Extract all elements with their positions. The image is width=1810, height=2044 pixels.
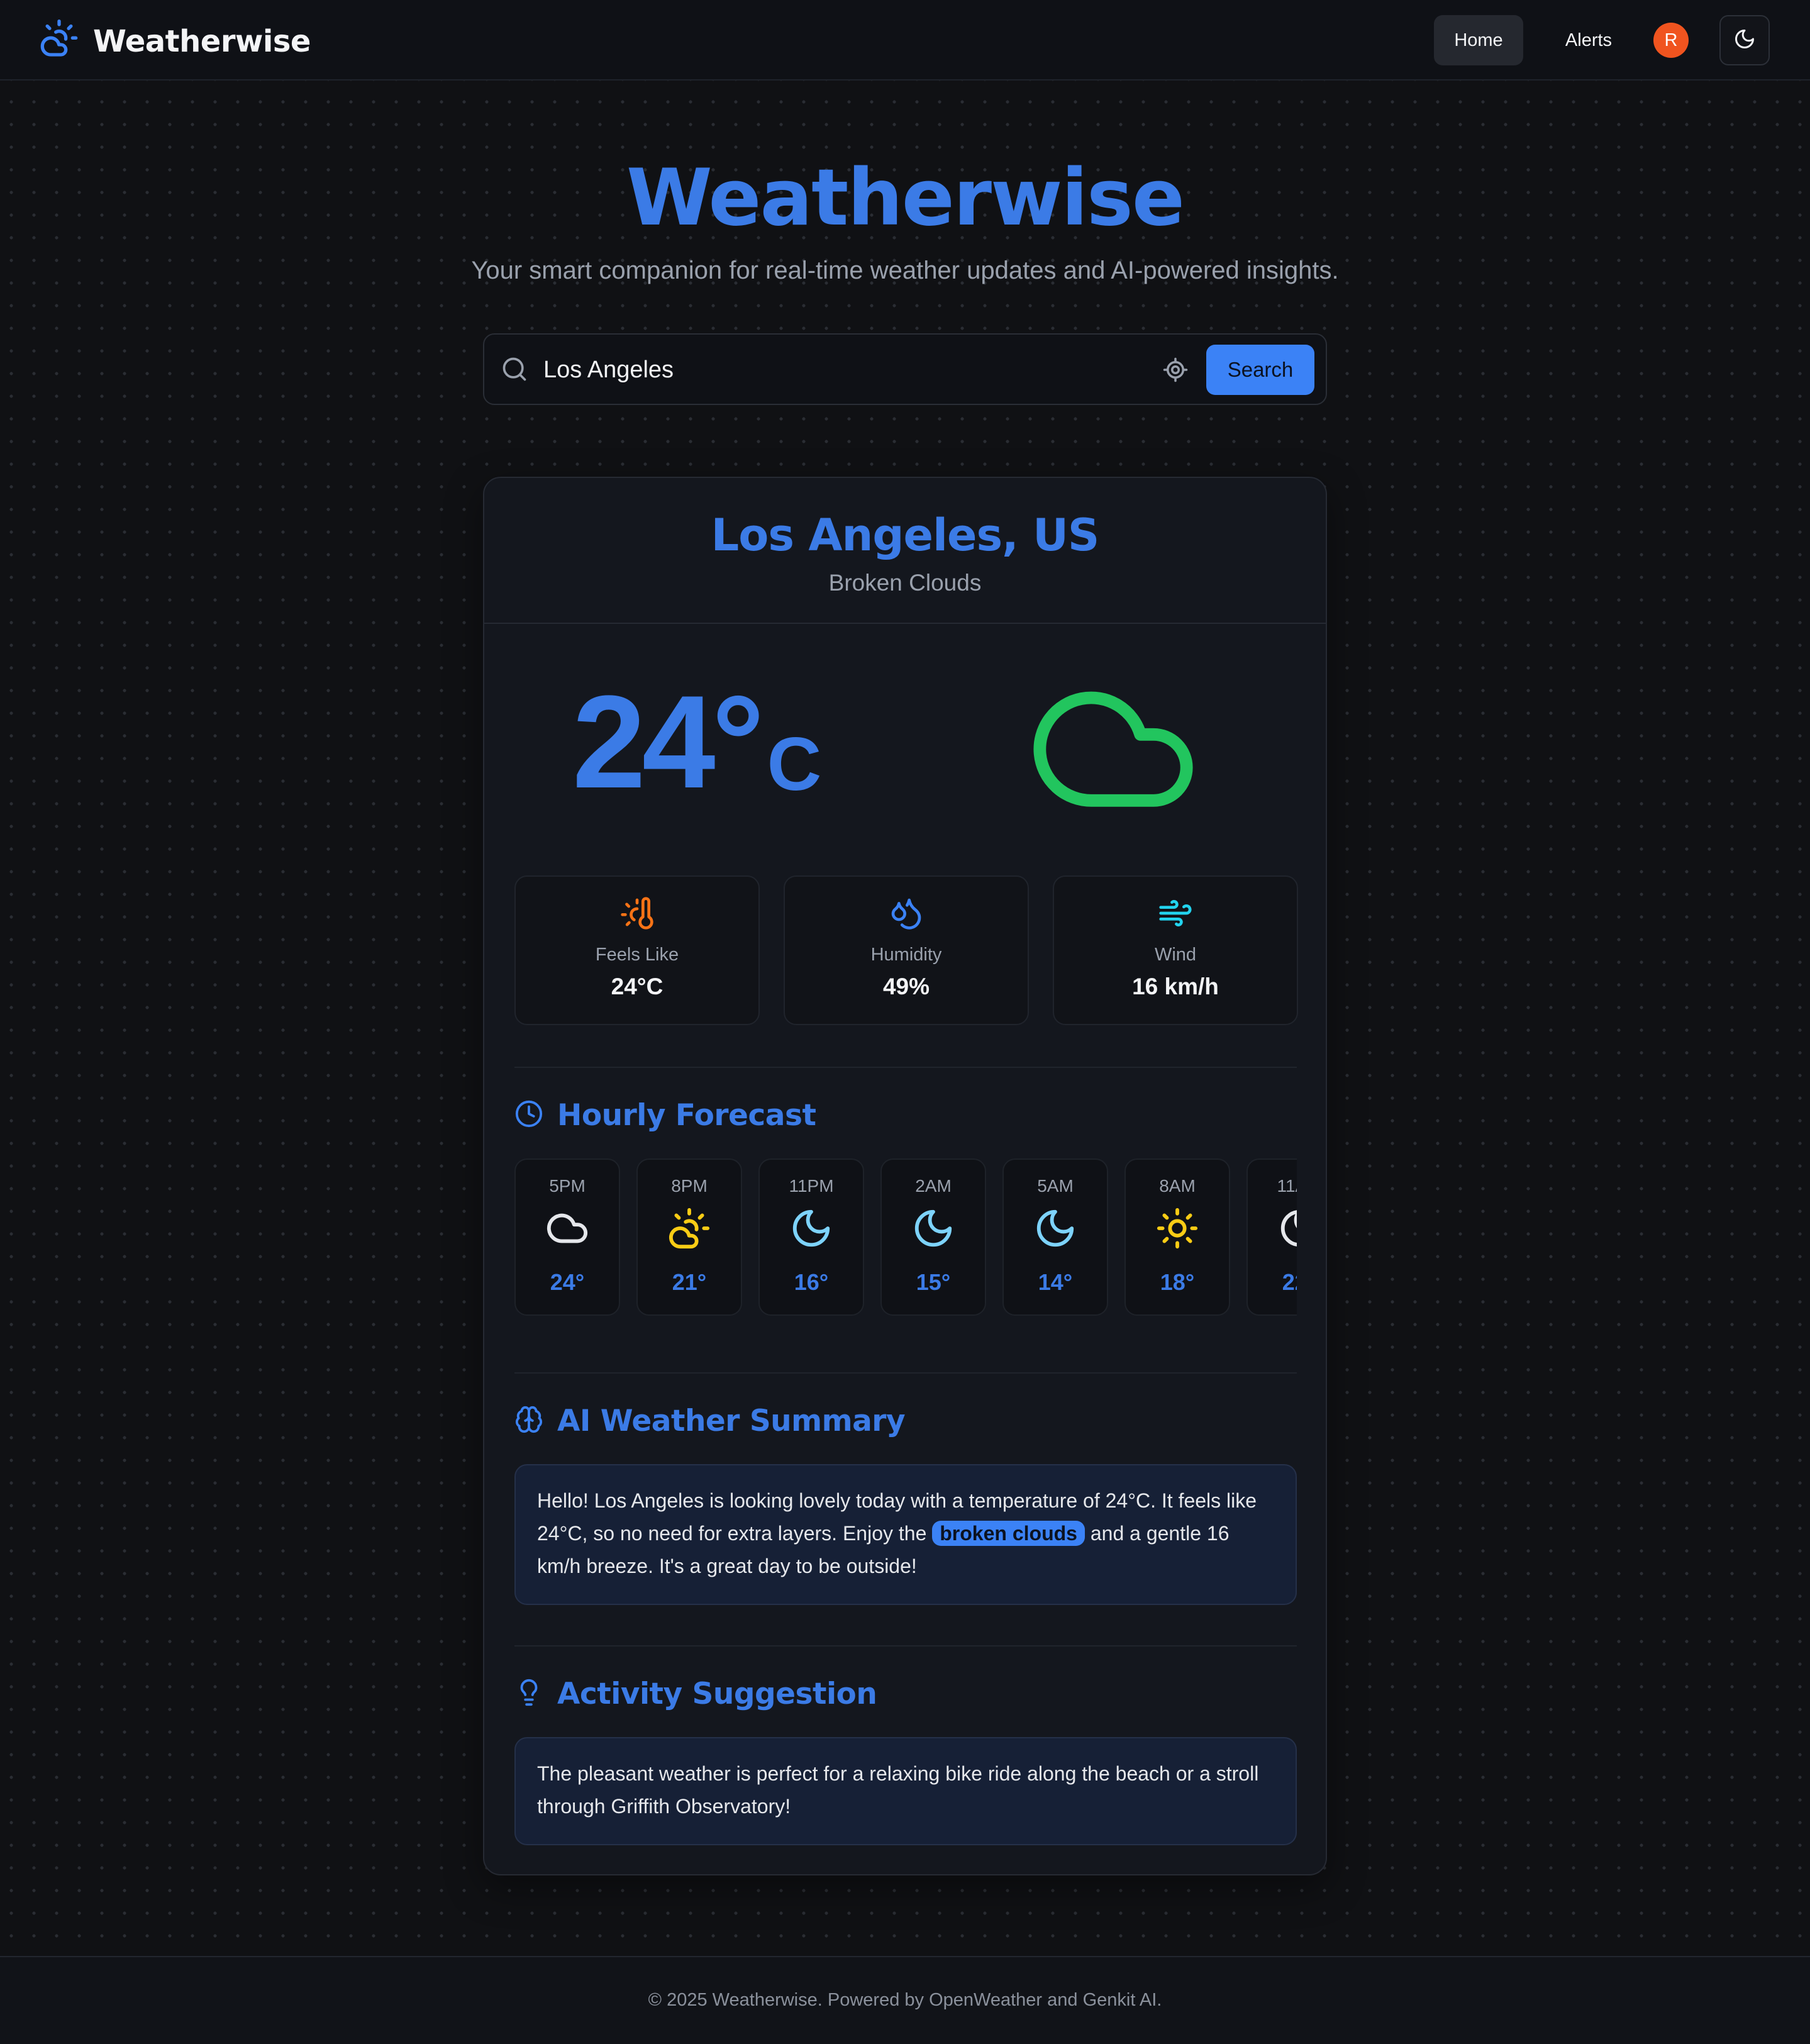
hourly-forecast-list[interactable]: 5PM 24° 8PM 21° 11PM 16° 2AM 15° 5AM 14°… [514,1158,1297,1319]
brand-name: Weatherwise [93,23,311,59]
hourly-item: 11AM 22° [1246,1158,1297,1316]
section-divider [514,1372,1297,1374]
cloud-icon [516,1206,619,1250]
activity-header: Activity Suggestion [514,1677,877,1711]
hourly-item: 2AM 15° [880,1158,986,1316]
hour-time: 5PM [549,1176,586,1196]
stat-label: Feels Like [595,945,679,965]
summary-highlight: broken clouds [932,1521,1085,1546]
clock-icon [514,1099,543,1131]
footer-text: © 2025 Weatherwise. Powered by OpenWeath… [648,1990,1162,2010]
moon-icon [760,1206,863,1250]
hour-temp: 15° [916,1269,951,1295]
cloud-sun-logo-icon [39,18,79,65]
section-divider [514,1645,1297,1647]
hour-temp: 22° [1282,1269,1297,1295]
activity-title: Activity Suggestion [557,1677,877,1711]
hour-temp: 14° [1038,1269,1073,1295]
hero-subtitle: Your smart companion for real-time weath… [471,257,1339,284]
nav-link-alerts[interactable]: Alerts [1545,15,1633,65]
city-name: Los Angeles, US [711,509,1100,561]
theme-toggle-button[interactable] [1719,15,1770,65]
footer: © 2025 Weatherwise. Powered by OpenWeath… [0,1956,1810,2044]
moon-icon [1733,28,1756,53]
activity-panel: The pleasant weather is perfect for a re… [514,1737,1297,1845]
section-divider [514,1067,1297,1068]
weather-condition: Broken Clouds [828,570,982,596]
stat-value: 49% [882,974,930,999]
hour-time: 8PM [671,1176,708,1196]
hour-time: 8AM [1159,1176,1196,1196]
hourly-forecast-title: Hourly Forecast [557,1098,816,1133]
ai-summary-title: AI Weather Summary [557,1404,906,1438]
search-input[interactable] [543,347,1009,392]
stat-value: 16 km/h [1132,974,1219,999]
moon-icon [882,1206,985,1250]
hour-time: 5AM [1037,1176,1074,1196]
ai-summary-header: AI Weather Summary [514,1404,906,1438]
hour-temp: 21° [672,1269,707,1295]
hour-time: 11PM [789,1176,834,1196]
moon-icon [1004,1206,1107,1250]
lightbulb-icon [514,1678,543,1710]
hourly-item: 5PM 24° [514,1158,620,1316]
hero-title: Weatherwise [626,153,1185,243]
droplets-icon [785,896,1028,931]
temperature-display: 24° C [572,668,822,816]
nav-link-home[interactable]: Home [1434,15,1523,65]
activity-text: The pleasant weather is perfect for a re… [537,1762,1259,1818]
cloud-icon [1025,680,1201,828]
search-icon [501,355,528,386]
brain-icon [514,1405,543,1437]
stat-value: 24°C [611,974,663,999]
weather-card: Los Angeles, US Broken Clouds 24° C Feel… [483,477,1327,1875]
top-navbar: Weatherwise Home Alerts R [0,0,1810,81]
hour-temp: 24° [550,1269,585,1295]
stat-label: Humidity [870,945,942,965]
temperature-unit: C [767,722,822,806]
moon-icon [1248,1206,1297,1250]
wind-icon [1054,896,1297,931]
stat-feels-like: Feels Like 24°C [514,875,760,1025]
stat-wind: Wind 16 km/h [1053,875,1298,1025]
hourly-item: 8PM 21° [636,1158,742,1316]
hour-temp: 18° [1160,1269,1195,1295]
hourly-item: 8AM 18° [1124,1158,1230,1316]
ai-summary-panel: Hello! Los Angeles is looking lovely tod… [514,1464,1297,1605]
hourly-item: 5AM 14° [1002,1158,1108,1316]
hourly-forecast-header: Hourly Forecast [514,1098,816,1133]
search-bar: Search [483,333,1327,405]
hour-time: 2AM [915,1176,952,1196]
search-button[interactable]: Search [1206,345,1314,395]
locate-icon[interactable] [1162,357,1189,386]
brand[interactable]: Weatherwise [39,18,311,65]
user-avatar[interactable]: R [1653,23,1689,58]
hourly-item: 11PM 16° [758,1158,864,1316]
stat-humidity: Humidity 49% [784,875,1029,1025]
sun-icon [1126,1206,1229,1250]
card-divider [484,623,1326,624]
hour-time: 11AM [1277,1176,1297,1196]
cloud-sun-icon [638,1206,741,1250]
stat-label: Wind [1154,945,1197,965]
hour-temp: 16° [794,1269,829,1295]
temperature-value: 24° [572,668,765,816]
thermometer-sun-icon [516,896,758,931]
